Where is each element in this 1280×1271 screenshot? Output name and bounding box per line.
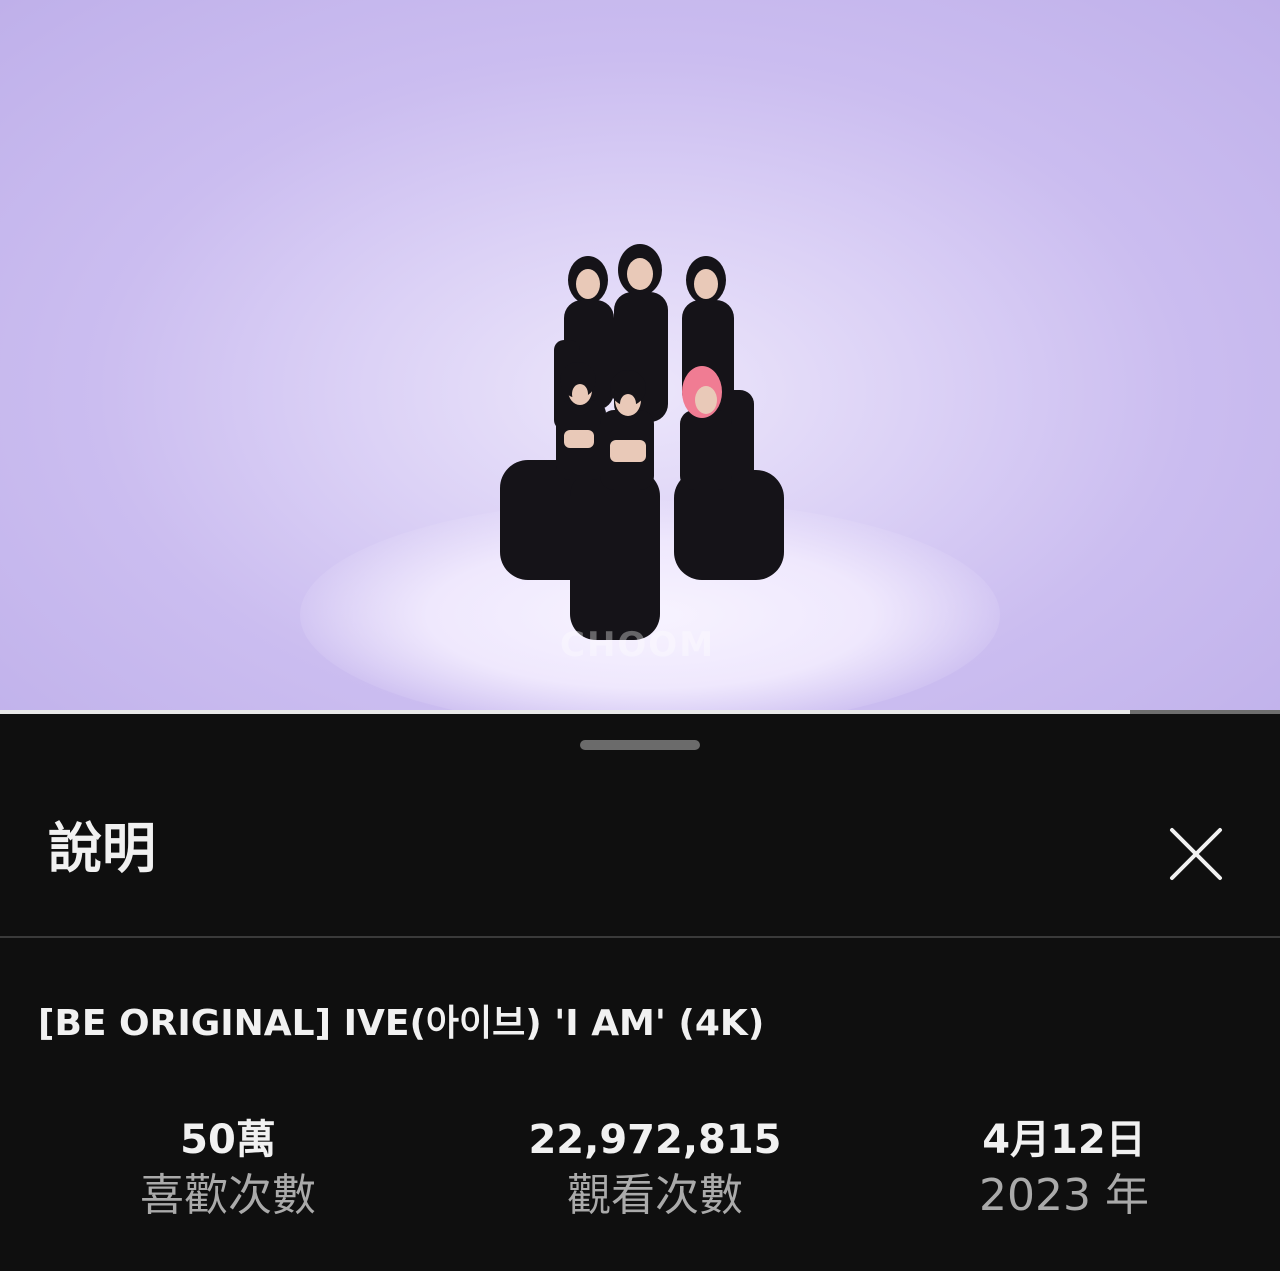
publish-date: 4月12日 (982, 1117, 1146, 1163)
views-stat: 22,972,815 觀看次數 (505, 1114, 805, 1226)
close-button[interactable] (1160, 818, 1232, 890)
drag-handle[interactable] (580, 740, 700, 750)
video-title: [BE ORIGINAL] IVE(아이브) 'I AM' (4K) (38, 1003, 765, 1044)
video-watermark: CHOOM (560, 625, 716, 665)
date-stat: 4月12日 2023 年 (914, 1114, 1214, 1226)
dancers-image (500, 244, 784, 640)
description-sheet: 說明 [BE ORIGINAL] IVE(아이브) 'I AM' (4K) 50… (0, 714, 1280, 1271)
sheet-title: 說明 (48, 817, 156, 880)
video-player[interactable]: CHOOM (0, 0, 1280, 712)
views-count: 22,972,815 (528, 1117, 782, 1163)
likes-label: 喜歡次數 (140, 1170, 316, 1221)
close-icon (1170, 828, 1222, 880)
divider (0, 936, 1280, 938)
views-label: 觀看次數 (567, 1170, 743, 1221)
publish-year: 2023 年 (979, 1170, 1149, 1221)
likes-count: 50萬 (180, 1117, 276, 1163)
likes-stat: 50萬 喜歡次數 (78, 1114, 378, 1226)
